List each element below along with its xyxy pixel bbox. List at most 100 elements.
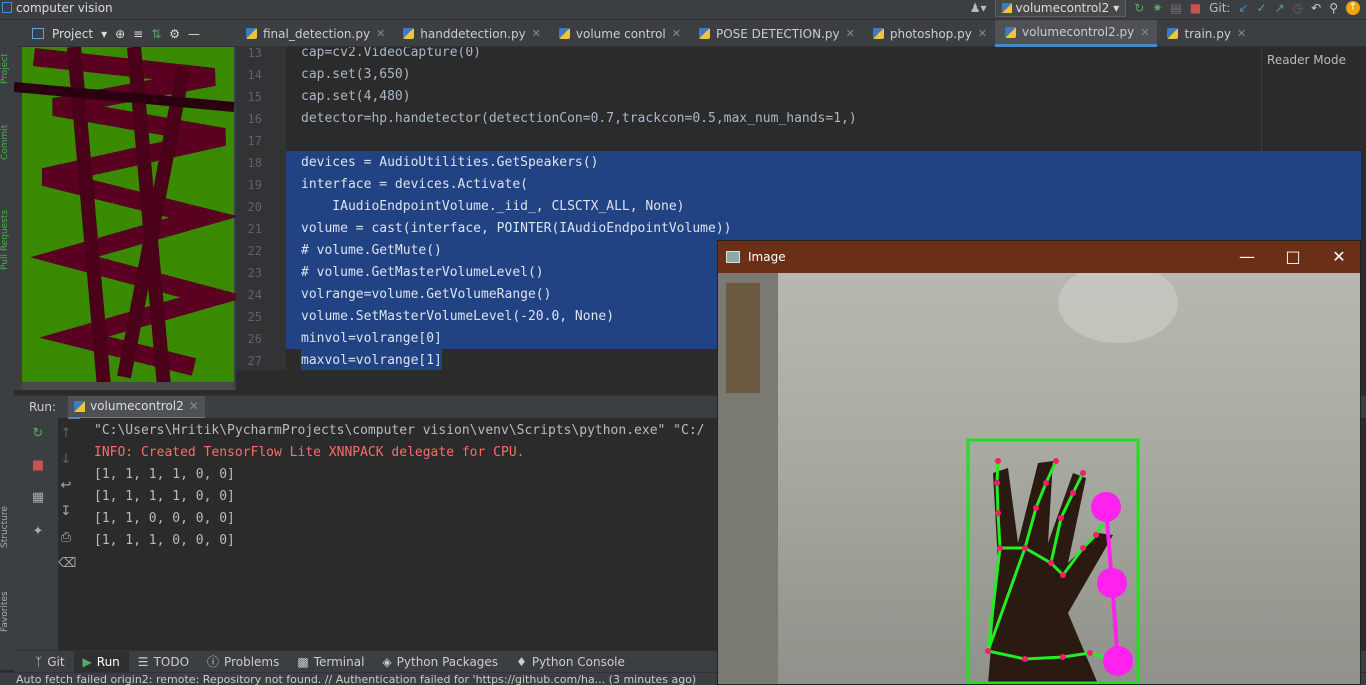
commit-tool-label[interactable]: Commit bbox=[0, 100, 14, 160]
project-view-icon bbox=[32, 28, 44, 39]
close-icon[interactable]: ✕ bbox=[672, 27, 681, 40]
layers-icon: ◈ bbox=[382, 654, 392, 669]
line-number: 20 bbox=[247, 200, 262, 214]
history-icon[interactable]: ◷ bbox=[1293, 1, 1303, 15]
line-number: 14 bbox=[247, 68, 262, 82]
python-packages-tool-button[interactable]: ◈ Python Packages bbox=[373, 651, 507, 673]
project-pane-header[interactable]: Project ▾ ⊕ ≡ ⇅ ⚙ — bbox=[14, 20, 236, 47]
close-button[interactable]: ✕ bbox=[1316, 241, 1362, 273]
main-toolbar: ♟▾ volumecontrol2 ▾ ↻ ✷ ▤ ■ Git: ↙ ✓ ↗ ◷… bbox=[970, 0, 1360, 17]
git-push-icon[interactable]: ↗ bbox=[1275, 1, 1285, 15]
close-icon[interactable]: ✕ bbox=[189, 399, 199, 413]
window-icon bbox=[726, 251, 740, 263]
chevron-down-icon: ▾ bbox=[1113, 1, 1120, 15]
camera-feed bbox=[718, 273, 1360, 684]
user-icon[interactable]: ♟▾ bbox=[970, 1, 987, 15]
console-line: [1, 1, 1, 1, 0, 0] bbox=[94, 467, 235, 482]
tab-handdetection[interactable]: handdetection.py ✕ bbox=[393, 20, 549, 47]
python-icon bbox=[74, 400, 86, 412]
close-icon[interactable]: ✕ bbox=[1140, 26, 1149, 39]
code-line[interactable]: 15 cap.set(4,480) bbox=[236, 86, 1366, 108]
print-icon[interactable]: ⎙ bbox=[58, 530, 74, 546]
index-tip-marker bbox=[1103, 646, 1133, 676]
python-file-icon bbox=[246, 28, 257, 39]
scroll-to-end-icon[interactable]: ↧ bbox=[58, 504, 74, 520]
structure-tool-label[interactable]: Structure bbox=[0, 488, 14, 548]
scroll-down-icon[interactable]: ↓ bbox=[58, 452, 74, 468]
code-line[interactable]: 13 cap=cv2.VideoCapture(0) bbox=[236, 47, 1366, 64]
line-number: 25 bbox=[247, 310, 262, 324]
image-window-title: Image bbox=[748, 250, 786, 264]
tab-volumecontrol2[interactable]: volumecontrol2.py ✕ bbox=[995, 20, 1158, 47]
project-tool-label[interactable]: Project bbox=[0, 34, 14, 84]
tab-train[interactable]: train.py ✕ bbox=[1157, 20, 1254, 47]
run-configuration-select[interactable]: volumecontrol2 ▾ bbox=[994, 0, 1127, 17]
close-icon[interactable]: ✕ bbox=[978, 27, 987, 40]
python-icon bbox=[1001, 3, 1012, 13]
maximize-button[interactable]: □ bbox=[1270, 241, 1316, 273]
code-line[interactable]: 18 devices = AudioUtilities.GetSpeakers() bbox=[236, 152, 1366, 174]
minimize-button[interactable]: — bbox=[1224, 241, 1270, 273]
image-window-title-bar[interactable]: Image — □ ✕ bbox=[718, 241, 1360, 273]
git-tool-button[interactable]: ᛉ Git bbox=[26, 651, 74, 673]
code-line[interactable]: 14 cap.set(3,650) bbox=[236, 64, 1366, 86]
tab-pose-detection[interactable]: POSE DETECTION.py ✕ bbox=[689, 20, 863, 47]
project-tree-pane[interactable] bbox=[14, 47, 236, 390]
code-line[interactable]: 16 detector=hp.handetector(detectionCon=0… bbox=[236, 108, 1366, 130]
python-file-icon bbox=[698, 28, 710, 39]
python-icon: ♦ bbox=[516, 654, 527, 669]
rollback-icon[interactable]: ↶ bbox=[1311, 1, 1321, 15]
scroll-up-icon[interactable]: ↑ bbox=[58, 426, 74, 442]
rerun-icon[interactable]: ↻ bbox=[30, 426, 46, 442]
run-tool-button[interactable]: ▶ Run bbox=[73, 650, 129, 673]
locate-icon[interactable]: ⊕ bbox=[115, 27, 125, 41]
tab-volume-control[interactable]: volume control ✕ bbox=[549, 20, 689, 47]
search-icon[interactable]: ⚲ bbox=[1329, 1, 1338, 15]
minimize-icon[interactable]: — bbox=[188, 27, 200, 41]
line-number: 21 bbox=[247, 222, 262, 236]
soft-wrap-icon[interactable]: ↩ bbox=[58, 478, 74, 494]
title-bar: computer vision ♟▾ volumecontrol2 ▾ ↻ ✷ … bbox=[0, 0, 1366, 20]
python-console-tool-button[interactable]: ♦ Python Console bbox=[507, 651, 634, 673]
line-number: 27 bbox=[247, 354, 262, 368]
git-commit-icon[interactable]: ✓ bbox=[1257, 1, 1267, 15]
line-number: 16 bbox=[247, 112, 262, 126]
line-number: 15 bbox=[247, 90, 262, 104]
gear-icon[interactable]: ⚙ bbox=[169, 27, 180, 41]
image-window[interactable]: Image — □ ✕ bbox=[717, 240, 1361, 685]
terminal-tool-button[interactable]: ▩ Terminal bbox=[288, 651, 373, 673]
rerun-icon[interactable]: ↻ bbox=[1134, 1, 1144, 15]
problems-tool-button[interactable]: ⓘ Problems bbox=[198, 651, 288, 673]
code-text: cap.set(4,480) bbox=[301, 89, 411, 104]
favorites-tool-label[interactable]: Favorites bbox=[0, 572, 14, 632]
close-icon[interactable]: ✕ bbox=[846, 27, 855, 40]
close-icon[interactable]: ✕ bbox=[376, 27, 385, 40]
git-update-icon[interactable]: ↙ bbox=[1238, 1, 1248, 15]
close-icon[interactable]: ✕ bbox=[1237, 27, 1246, 40]
expand-icon[interactable]: ⇅ bbox=[151, 27, 161, 41]
pin-icon[interactable]: ✦ bbox=[30, 524, 46, 540]
collapse-all-icon[interactable]: ≡ bbox=[133, 27, 143, 41]
update-icon[interactable]: ↑ bbox=[1346, 1, 1360, 15]
left-tool-strip: Project Commit Pull Requests Structure F… bbox=[0, 20, 14, 670]
run-console[interactable]: "C:\Users\Hritik\PycharmProjects\compute… bbox=[80, 418, 720, 640]
debug-icon[interactable]: ✷ bbox=[1152, 1, 1162, 15]
coverage-icon[interactable]: ▤ bbox=[1170, 1, 1181, 15]
tab-photoshop[interactable]: photoshop.py ✕ bbox=[863, 20, 995, 47]
todo-tool-button[interactable]: ☰ TODO bbox=[129, 651, 198, 673]
run-icon: ▶ bbox=[82, 654, 92, 669]
layout-icon[interactable]: ▦ bbox=[30, 490, 46, 506]
code-line[interactable]: 21 volume = cast(interface, POINTER(IAudi… bbox=[236, 218, 1366, 240]
close-icon[interactable]: ✕ bbox=[532, 27, 541, 40]
code-line[interactable]: 19 interface = devices.Activate( bbox=[236, 174, 1366, 196]
code-line[interactable]: 20 IAudioEndpointVolume._iid_, CLSCTX_AL… bbox=[236, 196, 1366, 218]
pull-requests-tool-label[interactable]: Pull Requests bbox=[0, 180, 14, 270]
line-number: 24 bbox=[247, 288, 262, 302]
stop-icon[interactable]: ■ bbox=[1190, 1, 1201, 15]
trash-icon[interactable]: ⌫ bbox=[58, 556, 76, 572]
stop-icon[interactable]: ■ bbox=[30, 458, 46, 474]
tab-final-detection[interactable]: final_detection.py ✕ bbox=[236, 20, 393, 47]
code-line[interactable]: 17 bbox=[236, 130, 1366, 152]
chevron-down-icon[interactable]: ▾ bbox=[101, 27, 107, 41]
run-tab-volumecontrol2[interactable]: volumecontrol2 ✕ bbox=[68, 395, 205, 419]
